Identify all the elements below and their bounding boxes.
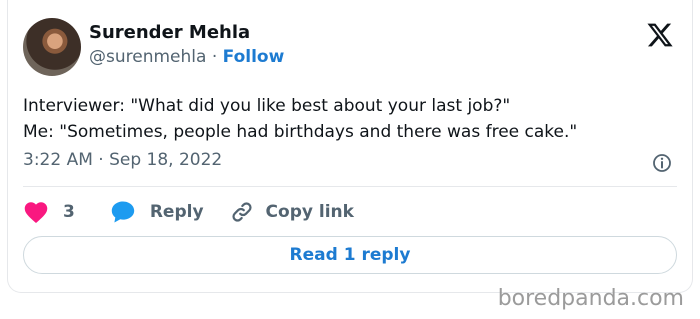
reply-button[interactable]: Reply (110, 200, 204, 224)
reply-label: Reply (149, 202, 204, 222)
copy-link-label: Copy link (265, 202, 354, 222)
like-button[interactable]: 3 (23, 200, 75, 224)
follow-link[interactable]: Follow (223, 47, 285, 67)
like-count: 3 (63, 202, 75, 222)
read-replies-button[interactable]: Read 1 reply (23, 236, 677, 274)
copy-link-button[interactable]: Copy link (230, 200, 354, 224)
watermark: boredpanda.com (497, 286, 684, 311)
tweet-text-line: Interviewer: "What did you like best abo… (23, 96, 511, 116)
author-handle[interactable]: @surenmehla (89, 47, 206, 67)
avatar[interactable] (23, 18, 81, 76)
action-bar: 3 Reply Copy link (23, 198, 354, 226)
speech-bubble-icon (111, 201, 135, 223)
link-icon (231, 202, 252, 222)
divider (23, 186, 677, 187)
handle-separator: · (211, 47, 218, 67)
info-icon[interactable] (652, 153, 672, 173)
tweet-text-line: Me: "Sometimes, people had birthdays and… (23, 122, 578, 142)
author-handle-row: @surenmehla · Follow (89, 47, 284, 67)
author-name[interactable]: Surender Mehla (89, 22, 250, 43)
tweet-timestamp[interactable]: 3:22 AM · Sep 18, 2022 (23, 150, 222, 170)
tweet-text: Interviewer: "What did you like best abo… (23, 93, 577, 145)
x-logo-icon[interactable] (645, 21, 675, 49)
heart-icon (24, 202, 48, 224)
